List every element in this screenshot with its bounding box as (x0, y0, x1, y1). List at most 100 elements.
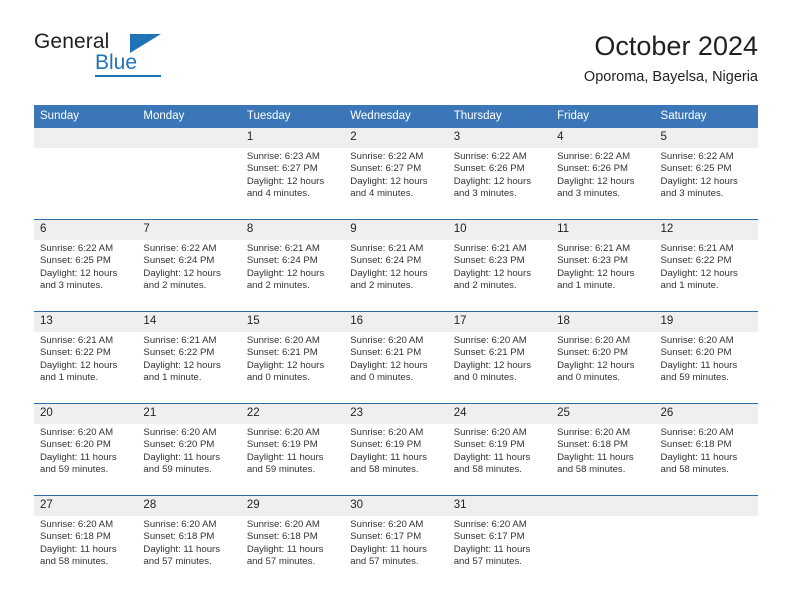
day-number-10[interactable]: 10 (448, 220, 551, 240)
day-details-9: Sunrise: 6:21 AM Sunset: 6:24 PM Daylight:… (344, 240, 447, 311)
page-title: October 2024 (594, 31, 758, 61)
day-detail-line: Daylight: 11 hours (453, 543, 531, 555)
day-details-22: Sunrise: 6:20 AM Sunset: 6:19 PM Daylight:… (241, 424, 344, 495)
day-number-25[interactable]: 25 (551, 404, 654, 424)
day-details-15: Sunrise: 6:20 AM Sunset: 6:21 PM Daylight:… (241, 332, 344, 403)
day-number-3[interactable]: 3 (448, 128, 551, 148)
weekday-header-friday: Friday (557, 110, 590, 122)
day-detail-line: Sunrise: 6:20 AM (246, 427, 320, 438)
day-detail-line: Sunrise: 6:21 AM (453, 243, 527, 254)
day-number-24[interactable]: 24 (448, 404, 551, 424)
day-number-14[interactable]: 14 (137, 312, 240, 332)
day-detail-line: Sunset: 6:20 PM (660, 347, 732, 359)
day-detail-line: Sunset: 6:22 PM (143, 347, 215, 359)
day-detail-line: and 2 minutes. (350, 280, 414, 292)
day-detail-line: Sunset: 6:25 PM (660, 163, 732, 175)
day-detail-line: Daylight: 12 hours (350, 359, 428, 371)
day-number-12[interactable]: 12 (655, 220, 758, 240)
day-number-2[interactable]: 2 (344, 128, 447, 148)
day-number-20[interactable]: 20 (34, 404, 137, 424)
day-details-empty (34, 148, 137, 219)
day-detail-line: and 2 minutes. (453, 280, 517, 292)
day-number-26[interactable]: 26 (655, 404, 758, 424)
day-detail-line: Sunrise: 6:20 AM (453, 519, 527, 530)
day-detail-line: Sunrise: 6:22 AM (350, 151, 424, 162)
day-number-19[interactable]: 19 (655, 312, 758, 332)
day-details-4: Sunrise: 6:22 AM Sunset: 6:26 PM Daylight:… (551, 148, 654, 219)
week-date-band: 6 7 8 9 10 11 12 (34, 220, 758, 240)
day-detail-line: Sunrise: 6:20 AM (40, 519, 114, 530)
day-details-24: Sunrise: 6:20 AM Sunset: 6:19 PM Daylight:… (448, 424, 551, 495)
day-number-empty (655, 496, 758, 516)
day-detail-line: Sunset: 6:24 PM (143, 255, 215, 267)
day-details-14: Sunrise: 6:21 AM Sunset: 6:22 PM Daylight:… (137, 332, 240, 403)
day-detail-line: Sunrise: 6:21 AM (246, 243, 320, 254)
day-detail-line: Daylight: 12 hours (143, 267, 221, 279)
day-number-28[interactable]: 28 (137, 496, 240, 516)
location-subtitle: Oporoma, Bayelsa, Nigeria (583, 69, 758, 85)
day-detail-line: Sunrise: 6:22 AM (557, 151, 631, 162)
day-detail-line: and 58 minutes. (660, 464, 729, 476)
day-details-5: Sunrise: 6:22 AM Sunset: 6:25 PM Daylight:… (655, 148, 758, 219)
calendar-page: General Blue October 2024 Oporoma, Bayel… (0, 0, 792, 612)
day-detail-line: and 57 minutes. (246, 556, 316, 568)
day-detail-line: Sunset: 6:27 PM (246, 163, 318, 175)
day-detail-line: Daylight: 12 hours (40, 359, 118, 371)
day-number-27[interactable]: 27 (34, 496, 137, 516)
day-detail-line: Sunset: 6:19 PM (350, 439, 422, 451)
day-detail-line: Daylight: 11 hours (660, 451, 738, 463)
day-detail-line: Sunrise: 6:20 AM (350, 519, 424, 530)
day-number-11[interactable]: 11 (551, 220, 654, 240)
day-number-4[interactable]: 4 (551, 128, 654, 148)
day-detail-line: Daylight: 12 hours (557, 175, 635, 187)
day-number-8[interactable]: 8 (241, 220, 344, 240)
day-detail-line: and 59 minutes. (40, 464, 109, 476)
day-detail-line: and 59 minutes. (246, 464, 316, 476)
day-details-21: Sunrise: 6:20 AM Sunset: 6:20 PM Daylight:… (137, 424, 240, 495)
day-number-21[interactable]: 21 (137, 404, 240, 424)
day-detail-line: Sunrise: 6:20 AM (143, 519, 217, 530)
day-detail-line: Sunset: 6:17 PM (350, 531, 422, 543)
day-detail-line: Sunrise: 6:20 AM (557, 335, 631, 346)
week-detail-band: Sunrise: 6:20 AM Sunset: 6:18 PM Daylight:… (34, 516, 758, 587)
day-number-6[interactable]: 6 (34, 220, 137, 240)
day-detail-line: Sunrise: 6:21 AM (557, 243, 631, 254)
day-number-1[interactable]: 1 (241, 128, 344, 148)
day-detail-line: and 2 minutes. (246, 280, 310, 292)
day-number-17[interactable]: 17 (448, 312, 551, 332)
day-detail-line: Daylight: 12 hours (453, 175, 532, 187)
day-detail-line: Daylight: 11 hours (143, 451, 221, 463)
day-detail-line: Sunset: 6:23 PM (557, 255, 629, 267)
day-details-29: Sunrise: 6:20 AM Sunset: 6:18 PM Daylight:… (241, 516, 344, 587)
day-details-10: Sunrise: 6:21 AM Sunset: 6:23 PM Daylight:… (448, 240, 551, 311)
calendar-week-row: 13 14 15 16 17 18 19 Sunrise: 6:21 AM Sunset: 6:… (34, 311, 758, 403)
day-details-30: Sunrise: 6:20 AM Sunset: 6:17 PM Daylight:… (344, 516, 447, 587)
day-number-23[interactable]: 23 (344, 404, 447, 424)
day-number-30[interactable]: 30 (344, 496, 447, 516)
day-detail-line: Daylight: 11 hours (143, 543, 221, 555)
day-number-5[interactable]: 5 (655, 128, 758, 148)
day-details-16: Sunrise: 6:20 AM Sunset: 6:21 PM Daylight:… (344, 332, 447, 403)
day-detail-line: Sunrise: 6:20 AM (350, 427, 424, 438)
day-number-16[interactable]: 16 (344, 312, 447, 332)
day-detail-line: Sunrise: 6:21 AM (350, 243, 424, 254)
day-detail-line: and 1 minute. (660, 280, 719, 292)
week-date-band: 13 14 15 16 17 18 19 (34, 312, 758, 332)
day-detail-line: Daylight: 11 hours (40, 543, 117, 555)
day-detail-line: Sunrise: 6:20 AM (660, 335, 734, 346)
day-number-22[interactable]: 22 (241, 404, 344, 424)
day-detail-line: and 1 minute. (143, 372, 202, 384)
day-detail-line: and 57 minutes. (453, 556, 522, 568)
day-number-18[interactable]: 18 (551, 312, 654, 332)
calendar-weeks: 1 2 3 4 5 Sunrise: 6:23 AM Sunset: 6:27 PM Dayl… (34, 128, 758, 587)
day-detail-line: Daylight: 12 hours (557, 267, 635, 279)
day-number-15[interactable]: 15 (241, 312, 344, 332)
day-detail-line: Daylight: 12 hours (660, 175, 738, 187)
day-number-29[interactable]: 29 (241, 496, 344, 516)
day-number-31[interactable]: 31 (448, 496, 551, 516)
day-number-7[interactable]: 7 (137, 220, 240, 240)
day-number-13[interactable]: 13 (34, 312, 137, 332)
general-blue-logo[interactable]: General Blue (34, 30, 234, 86)
day-number-9[interactable]: 9 (344, 220, 447, 240)
logo-text-blue: Blue (95, 51, 138, 74)
